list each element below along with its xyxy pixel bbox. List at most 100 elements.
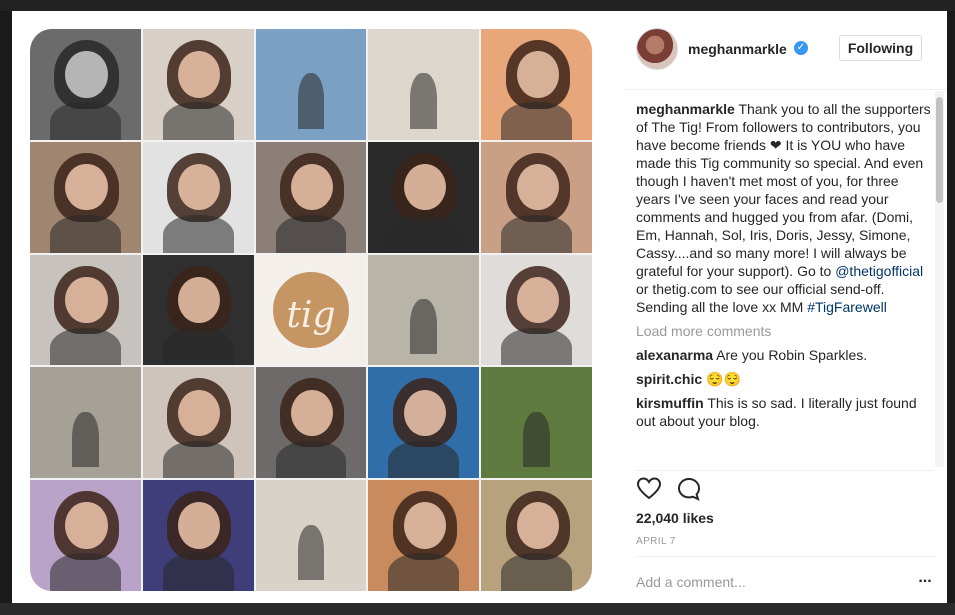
tile-face-shape	[291, 389, 334, 437]
tile-face-shape	[65, 163, 108, 211]
collage-tile	[481, 367, 592, 479]
tile-body-shape	[162, 327, 234, 366]
following-button[interactable]: Following	[839, 35, 922, 61]
tile-body-shape	[49, 553, 121, 591]
collage-tile	[481, 141, 592, 253]
collage-tile	[255, 141, 367, 253]
collage-tile	[368, 367, 480, 479]
tile-face-shape	[65, 502, 108, 549]
comment-text: Are you Robin Sparkles.	[713, 347, 868, 363]
tile-body-shape	[388, 440, 460, 479]
likes-count[interactable]: 22,040 likes	[636, 510, 714, 526]
collage-tile	[368, 480, 480, 591]
caption-username[interactable]: meghanmarkle	[636, 101, 735, 117]
page-backdrop-top	[0, 0, 955, 11]
tile-body-shape	[501, 327, 573, 366]
collage-tile	[30, 141, 141, 253]
comment-item: alexanarma Are you Robin Sparkles.	[636, 346, 932, 364]
tile-body-shape	[388, 553, 460, 591]
comment-username[interactable]: spirit.chic	[636, 371, 702, 387]
latte-art-text: tig	[286, 294, 336, 336]
load-more-comments-link[interactable]: Load more comments	[636, 322, 932, 340]
avatar[interactable]	[636, 28, 678, 70]
collage-tile	[30, 480, 141, 591]
collage-tile	[481, 480, 592, 591]
collage-tile	[368, 29, 480, 140]
tile-face-shape	[178, 502, 221, 549]
comment-bubble-icon[interactable]	[676, 476, 704, 504]
caption: meghanmarkle Thank you to all the suppor…	[636, 100, 932, 316]
collage-tile	[255, 367, 367, 479]
tile-figure-shape	[410, 73, 438, 129]
comment-item: spirit.chic 😌😌	[636, 370, 932, 388]
collage-tile	[255, 480, 367, 591]
photo-collage-grid: tig	[30, 29, 592, 591]
collage-tile	[142, 367, 254, 479]
collage-tile	[142, 254, 254, 366]
caption-hashtag-link[interactable]: #TigFarewell	[807, 299, 887, 315]
comments-panel[interactable]: meghanmarkle Thank you to all the suppor…	[636, 100, 932, 466]
tile-face-shape	[516, 502, 559, 549]
collage-tile	[481, 254, 592, 366]
tile-face-shape	[178, 389, 221, 437]
tile-face-shape	[516, 51, 559, 98]
heart-icon[interactable]	[636, 476, 664, 504]
tile-body-shape	[501, 214, 573, 253]
tile-face-shape	[403, 502, 446, 549]
tile-body-shape	[162, 102, 234, 140]
collage-tile: tig	[255, 254, 367, 366]
tile-body-shape	[501, 102, 573, 140]
tile-body-shape	[162, 440, 234, 479]
more-options-icon[interactable]: ...	[914, 570, 936, 591]
post-date: APRIL 7	[636, 536, 676, 547]
tile-figure-shape	[523, 411, 550, 468]
tile-figure-shape	[297, 524, 325, 580]
action-bar	[636, 476, 836, 506]
tile-body-shape	[162, 553, 234, 591]
collage-tile	[368, 141, 480, 253]
collage-tile	[30, 254, 141, 366]
tile-body-shape	[275, 440, 347, 479]
collage-tile	[481, 29, 592, 140]
caption-mention-link[interactable]: @thetigofficial	[835, 263, 923, 279]
collage-tile	[142, 141, 254, 253]
tile-figure-shape	[297, 73, 325, 129]
tile-body-shape	[501, 553, 573, 591]
divider	[636, 470, 935, 471]
verified-badge-icon: ✓	[794, 41, 808, 55]
tile-body-shape	[49, 102, 121, 140]
collage-tile	[142, 480, 254, 591]
comment-text: 😌😌	[702, 371, 741, 387]
header-username[interactable]: meghanmarkle	[688, 41, 787, 57]
collage-tile	[255, 29, 367, 140]
tile-body-shape	[388, 214, 460, 253]
collage-tile	[142, 29, 254, 140]
latte-cup: tig	[266, 265, 356, 355]
collage-tile	[30, 367, 141, 479]
post-header: meghanmarkle ✓ Following	[624, 11, 947, 90]
tile-figure-shape	[410, 298, 438, 355]
tile-face-shape	[516, 163, 559, 211]
scrollbar-thumb[interactable]	[936, 97, 943, 203]
tile-face-shape	[403, 389, 446, 437]
tile-body-shape	[275, 214, 347, 253]
comment-username[interactable]: alexanarma	[636, 347, 713, 363]
tile-figure-shape	[72, 411, 99, 468]
post-sidebar: meghanmarkle ✓ Following meghanmarkle Th…	[624, 11, 947, 603]
comment-item: kirsmuffin This is so sad. I literally j…	[636, 394, 932, 430]
tile-body-shape	[49, 214, 121, 253]
post-modal: tig meghanmarkle ✓ Following meghanmarkl…	[12, 11, 947, 603]
tile-face-shape	[403, 163, 446, 211]
add-comment-input[interactable]	[636, 571, 886, 593]
tile-body-shape	[162, 214, 234, 253]
tile-face-shape	[65, 51, 108, 98]
collage-tile	[368, 254, 480, 366]
page-backdrop-bottom	[0, 603, 955, 615]
comment-username[interactable]: kirsmuffin	[636, 395, 704, 411]
post-photo[interactable]: tig	[12, 11, 624, 603]
tile-face-shape	[516, 276, 559, 324]
tile-body-shape	[49, 327, 121, 366]
comments-scrollbar[interactable]	[935, 91, 944, 467]
collage-tile	[30, 29, 141, 140]
tile-face-shape	[178, 51, 221, 98]
